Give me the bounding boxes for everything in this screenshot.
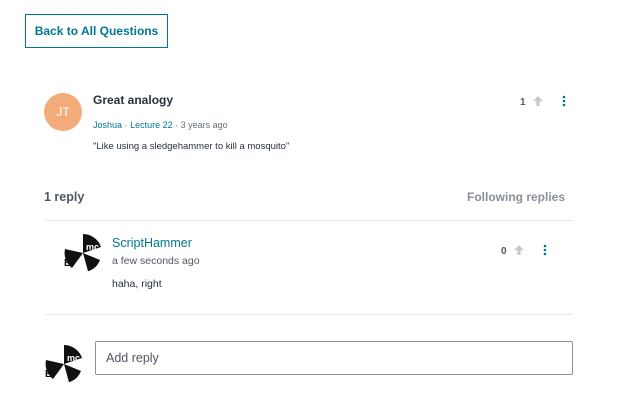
add-reply-input[interactable] (95, 341, 573, 375)
current-user-avatar: mc E 2 (43, 344, 83, 389)
avatar-initials: JT (56, 105, 70, 119)
svg-text:2: 2 (72, 373, 76, 380)
meta-separator: · (124, 120, 128, 130)
question-author-link[interactable]: Joshua (93, 120, 122, 130)
question-body: "Like using a sledgehammer to kill a mos… (93, 141, 290, 152)
svg-text:2: 2 (91, 262, 95, 269)
reply-kebab-menu-icon[interactable] (543, 244, 547, 256)
reply-body: haha, right (112, 278, 162, 290)
reply-author-avatar: mc E 2 (62, 233, 102, 278)
question-meta: Joshua · Lecture 22 · 3 years ago (93, 120, 228, 130)
question-vote-count: 1 (520, 97, 526, 108)
question-lecture-link[interactable]: Lecture 22 (130, 120, 173, 130)
question-title: Great analogy (93, 93, 174, 107)
question-time: 3 years ago (180, 120, 228, 130)
reply-author-name[interactable]: ScriptHammer (112, 236, 192, 250)
svg-text:E: E (45, 369, 52, 380)
emc-logo-avatar-icon: mc E 2 (45, 345, 83, 383)
reply-vote-count: 0 (501, 246, 507, 257)
meta-separator: · (175, 120, 179, 130)
svg-text:mc: mc (86, 242, 99, 252)
following-replies-toggle[interactable]: Following replies (467, 190, 565, 204)
question-kebab-menu-icon[interactable] (562, 95, 566, 107)
reply-time: a few seconds ago (112, 255, 200, 267)
emc-logo-avatar-icon: mc E 2 (64, 234, 102, 272)
reply-count: 1 reply (44, 190, 85, 204)
question-author-avatar: JT (44, 93, 82, 131)
divider (44, 314, 573, 315)
back-to-all-questions-button[interactable]: Back to All Questions (25, 14, 168, 48)
svg-text:mc: mc (67, 353, 80, 363)
svg-text:E: E (64, 258, 71, 269)
upvote-icon[interactable] (532, 95, 544, 107)
reply-upvote-icon[interactable] (513, 244, 525, 256)
divider (44, 220, 573, 221)
